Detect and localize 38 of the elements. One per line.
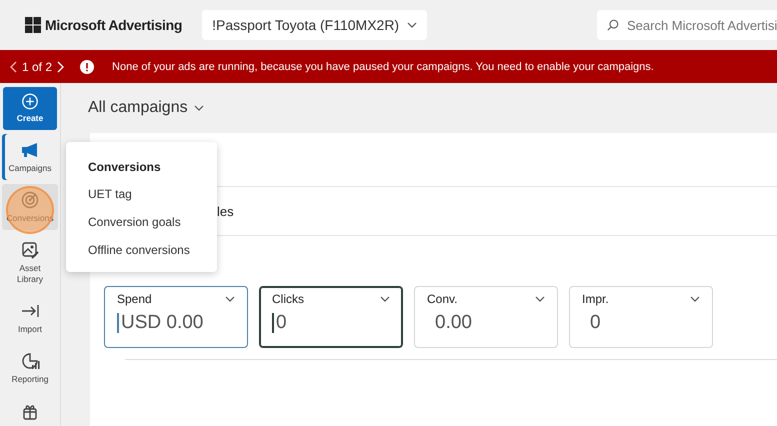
metric-card[interactable]: Impr. 0 <box>569 286 713 348</box>
nav-item[interactable]: Campaigns <box>2 134 58 180</box>
search-bar[interactable]: Search Microsoft Advertisi <box>597 10 777 40</box>
chart-pie-icon <box>20 351 40 372</box>
chevron-right-icon[interactable] <box>56 60 64 72</box>
alert-icon <box>80 60 94 74</box>
chevron-down-icon <box>225 296 235 302</box>
nav-item[interactable]: Asset Library <box>2 234 58 292</box>
nav-item[interactable]: Create <box>3 87 57 130</box>
menu-item[interactable]: Offline conversions <box>66 236 217 264</box>
metric-card[interactable]: Conv. 0.00 <box>414 286 558 348</box>
chevron-down-icon <box>194 105 204 111</box>
tab-label[interactable]: les <box>217 204 234 218</box>
image-edit-icon <box>20 240 40 260</box>
menu-item[interactable]: Conversion goals <box>66 208 217 236</box>
page-indicator: 1 of 2 <box>22 60 52 74</box>
chevron-down-icon <box>380 296 390 302</box>
metric-card[interactable]: Clicks 0 <box>259 286 403 348</box>
alert-message: None of your ads are running, because you have paused your campaigns. You need to enable your campaigns. <box>112 60 654 72</box>
megaphone-icon <box>20 140 40 160</box>
plus-circle-icon <box>20 93 40 110</box>
search-field[interactable]: Search Microsoft Advertisi <box>627 18 777 32</box>
chevron-down-icon <box>690 296 700 302</box>
nav-item[interactable]: Import <box>2 295 58 342</box>
menu-item[interactable]: UET tag <box>66 180 217 208</box>
account-dropdown[interactable]: !Passport Toyota (F110MX2R) <box>202 10 428 40</box>
chevron-down-icon <box>535 296 545 302</box>
target-icon <box>20 190 40 210</box>
brand-name: Microsoft Advertising <box>45 17 182 33</box>
metric-card[interactable]: Spend USD 0.00 <box>104 286 248 348</box>
click-indicator <box>6 186 54 234</box>
search-icon <box>607 18 619 32</box>
nav-item[interactable]: Reporting <box>2 345 58 392</box>
menu-title: Conversions <box>87 159 162 176</box>
page-title[interactable]: All campaigns <box>88 99 188 117</box>
chevron-down-icon <box>407 22 418 28</box>
windows-logo-icon <box>25 17 41 33</box>
chevron-left-icon[interactable] <box>10 60 18 72</box>
